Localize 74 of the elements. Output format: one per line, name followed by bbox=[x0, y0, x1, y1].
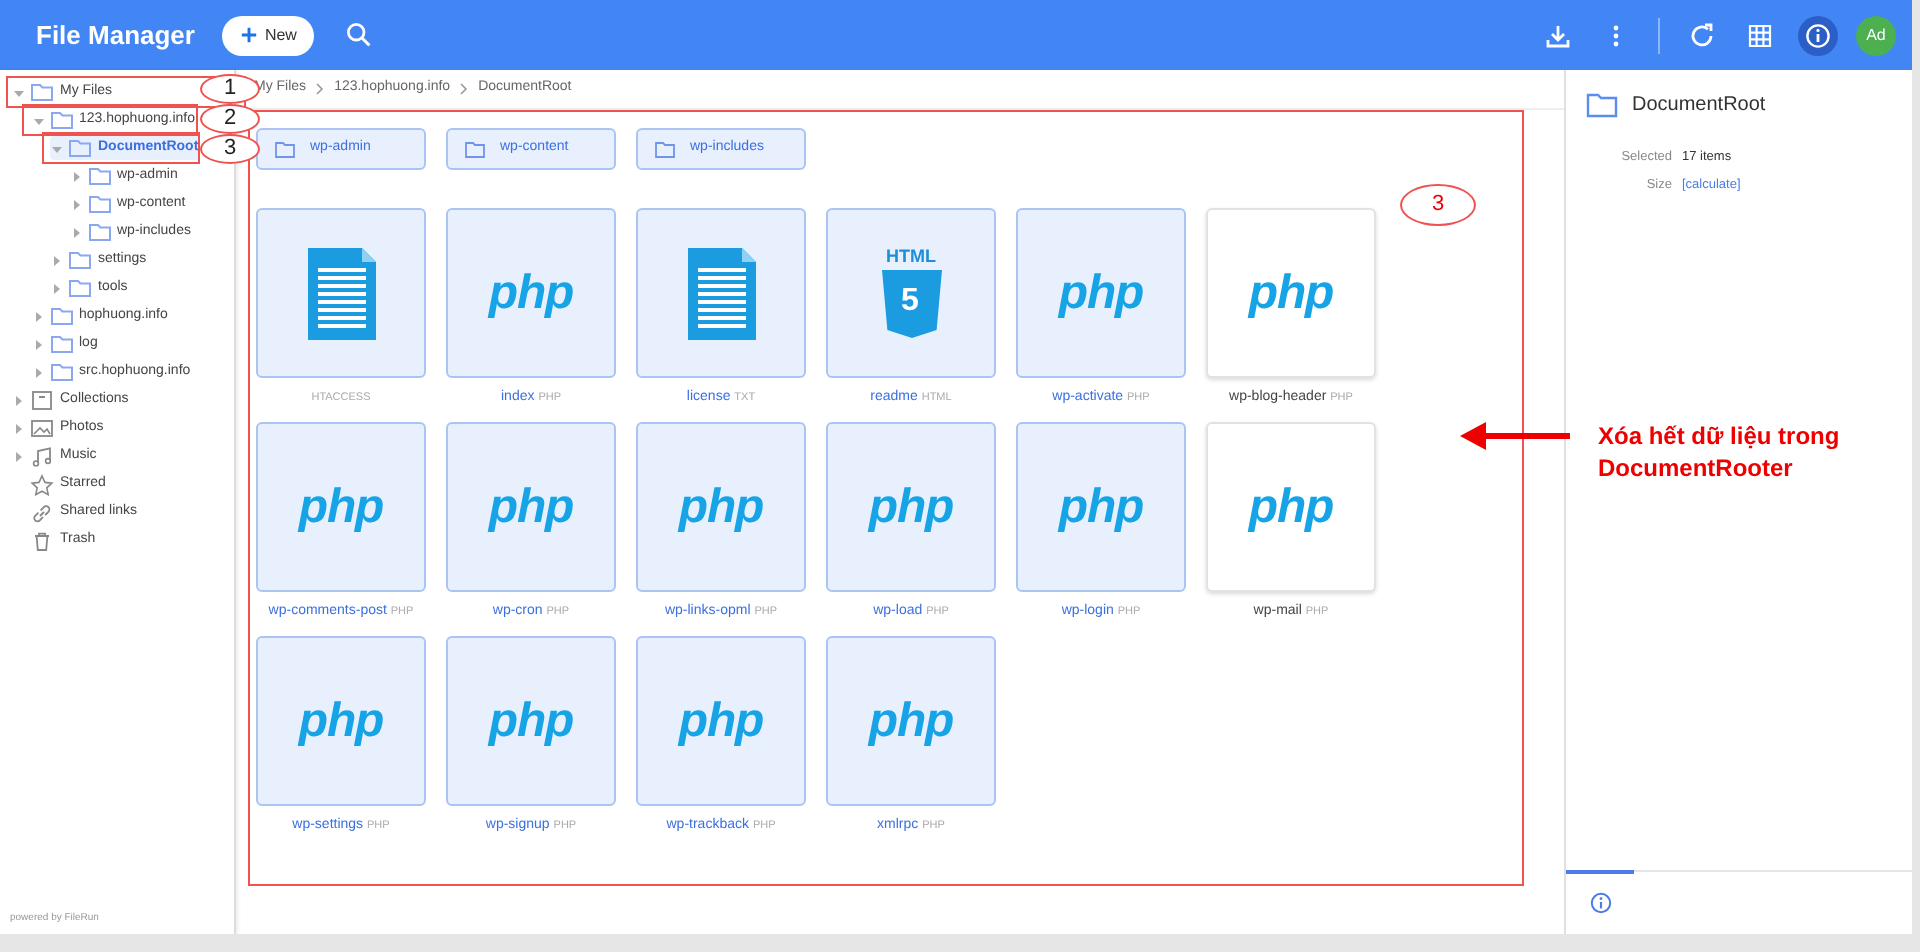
folder-icon bbox=[49, 333, 73, 355]
php-logo: php bbox=[678, 697, 764, 745]
file-tile[interactable]: php bbox=[636, 422, 806, 592]
plus-icon bbox=[240, 26, 259, 44]
php-logo: php bbox=[1058, 269, 1144, 317]
php-logo: php bbox=[298, 483, 384, 531]
folder-icon bbox=[30, 81, 54, 103]
callout-number: 3 bbox=[1400, 184, 1476, 226]
folder-icon bbox=[654, 139, 676, 159]
document-icon bbox=[307, 247, 375, 339]
php-logo: php bbox=[488, 483, 574, 531]
star-icon bbox=[30, 473, 54, 495]
folder-icon bbox=[464, 139, 486, 159]
folder-icon bbox=[1586, 92, 1618, 118]
music-note-icon bbox=[30, 445, 54, 467]
download-icon bbox=[1544, 21, 1572, 49]
file-tile[interactable]: php bbox=[826, 636, 996, 806]
php-logo: php bbox=[1248, 269, 1334, 317]
logo-text: HTML bbox=[886, 248, 936, 266]
file-tile[interactable]: php bbox=[1206, 208, 1376, 378]
file-tile[interactable]: php bbox=[446, 636, 616, 806]
new-button[interactable]: New bbox=[222, 15, 315, 55]
grid-icon bbox=[1746, 21, 1774, 49]
trash-icon bbox=[30, 529, 54, 551]
app-title: File Manager bbox=[36, 17, 195, 54]
callout-number: 2 bbox=[200, 104, 260, 134]
folder-icon bbox=[87, 193, 111, 215]
file-tile[interactable]: php bbox=[256, 422, 426, 592]
folder-icon bbox=[68, 277, 92, 299]
php-logo: php bbox=[868, 697, 954, 745]
file-tile[interactable]: php bbox=[446, 208, 616, 378]
folder-icon bbox=[274, 139, 296, 159]
file-tile[interactable]: php bbox=[446, 422, 616, 592]
file-tile[interactable]: php bbox=[1206, 422, 1376, 592]
shield-icon bbox=[881, 270, 941, 338]
file-tile[interactable]: php bbox=[1016, 422, 1186, 592]
photo-icon bbox=[30, 417, 54, 439]
chevron-icon bbox=[314, 82, 327, 96]
callout-number: 3 bbox=[200, 134, 260, 164]
details-title: DocumentRoot bbox=[1632, 92, 1766, 120]
file-tile[interactable] bbox=[256, 208, 426, 378]
search-icon[interactable] bbox=[346, 22, 373, 48]
php-logo: php bbox=[868, 483, 954, 531]
file-tile[interactable]: php bbox=[256, 636, 426, 806]
info-icon bbox=[1804, 21, 1832, 49]
file-tile[interactable]: php bbox=[826, 422, 996, 592]
file-tile[interactable]: php bbox=[1016, 208, 1186, 378]
php-logo: php bbox=[1248, 483, 1334, 531]
info-icon bbox=[1589, 892, 1611, 914]
php-logo: php bbox=[298, 697, 384, 745]
folder-icon bbox=[49, 109, 73, 131]
collection-icon bbox=[30, 389, 54, 411]
php-logo: php bbox=[678, 483, 764, 531]
folder-icon bbox=[87, 165, 111, 187]
annotation-arrow bbox=[1460, 422, 1572, 450]
link-icon bbox=[30, 501, 54, 523]
annotation-note: Xóa hết dữ liệu trong DocumentRooter bbox=[1598, 420, 1842, 484]
folder-icon bbox=[49, 361, 73, 383]
folder-icon bbox=[87, 221, 111, 243]
php-logo: php bbox=[488, 697, 574, 745]
file-tile[interactable]: HTML 5 bbox=[826, 208, 996, 378]
file-tile[interactable] bbox=[636, 208, 806, 378]
folder-icon bbox=[68, 137, 92, 159]
info-button[interactable] bbox=[1798, 15, 1838, 55]
refresh-icon bbox=[1688, 21, 1716, 49]
folder-icon bbox=[49, 305, 73, 327]
php-logo: php bbox=[1058, 483, 1144, 531]
chevron-icon bbox=[458, 82, 471, 96]
file-tile[interactable]: php bbox=[636, 636, 806, 806]
folder-icon bbox=[68, 249, 92, 271]
document-icon bbox=[687, 247, 755, 339]
logo-text: 5 bbox=[901, 286, 919, 318]
php-logo: php bbox=[488, 269, 574, 317]
user-avatar[interactable]: Ad bbox=[1856, 15, 1896, 55]
